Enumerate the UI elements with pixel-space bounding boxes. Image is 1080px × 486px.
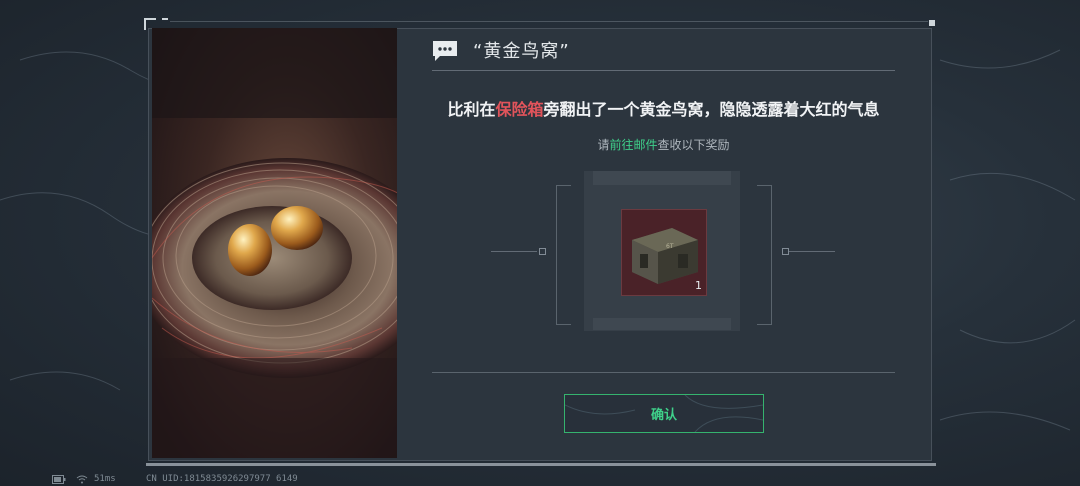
ping-value: 51ms <box>94 474 116 484</box>
chat-bubble-icon <box>433 41 457 61</box>
headline-highlight: 保险箱 <box>495 100 544 119</box>
reward-frame-top <box>593 171 731 185</box>
mail-link[interactable]: 前往邮件 <box>609 138 657 152</box>
title-divider <box>432 70 895 71</box>
golden-nest-artwork <box>152 28 397 458</box>
dialog-title: “黄金鸟窝” <box>473 41 570 62</box>
reward-node-left <box>539 248 546 255</box>
reward-instruction: 请前往邮件查收以下奖励 <box>397 136 930 153</box>
event-headline: 比利在保险箱旁翻出了一个黄金鸟窝，隐隐透露着大红的气息 <box>397 96 930 120</box>
reward-frame-bottom <box>593 318 731 330</box>
headline-suffix: 旁翻出了一个黄金鸟窝，隐隐透露着大红的气息 <box>543 100 880 119</box>
reward-line-right <box>789 251 835 252</box>
crate-icon: 6T <box>632 228 698 284</box>
svg-text:6T: 6T <box>666 243 674 250</box>
confirm-label: 确认 <box>650 408 677 423</box>
reward-node-right <box>782 248 789 255</box>
frame-corner-dash <box>162 18 168 20</box>
reward-count: 1 <box>695 279 702 292</box>
instruction-prefix: 请 <box>597 138 610 152</box>
instruction-suffix: 查收以下奖励 <box>657 138 730 152</box>
wifi-icon <box>76 475 88 484</box>
bottom-divider <box>432 372 895 373</box>
battery-icon <box>52 475 66 484</box>
frame-corner-top-right <box>929 20 935 26</box>
reward-line-left <box>491 251 537 252</box>
frame-top-rule <box>170 21 928 22</box>
confirm-button[interactable]: 确认 <box>564 394 764 433</box>
dialog-content: “黄金鸟窝” 比利在保险箱旁翻出了一个黄金鸟窝，隐隐透露着大红的气息 请前往邮件… <box>397 28 930 459</box>
frame-bottom-rule <box>146 463 936 466</box>
reward-bracket-right <box>757 185 772 325</box>
reward-bracket-left <box>556 185 571 325</box>
headline-prefix: 比利在 <box>447 100 496 119</box>
user-uid: CN UID:1815835926297977 6149 <box>146 474 298 484</box>
